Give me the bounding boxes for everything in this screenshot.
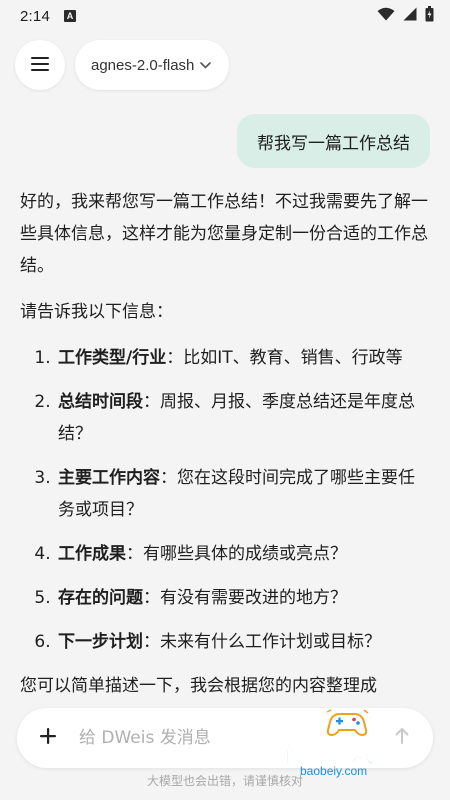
- battery-icon: [425, 5, 434, 27]
- model-name: agnes-2.0-flash: [91, 56, 195, 74]
- list-item-title: 工作成果: [58, 544, 126, 564]
- list-item: 工作类型/行业：比如IT、教育、销售、行政等: [56, 342, 430, 374]
- list-item-title: 总结时间段: [58, 392, 143, 412]
- message-input[interactable]: [77, 727, 385, 749]
- top-bar: agnes-2.0-flash: [15, 40, 230, 90]
- cell-signal-icon: [403, 7, 417, 26]
- message-composer: [17, 708, 433, 768]
- send-button[interactable]: [385, 721, 419, 755]
- status-time: 2:14: [20, 7, 50, 25]
- menu-button[interactable]: [15, 40, 65, 90]
- add-attachment-button[interactable]: [27, 717, 69, 759]
- list-item-title: 存在的问题: [58, 588, 143, 608]
- list-item-text: ：有哪些具体的成绩或亮点？: [126, 544, 347, 564]
- user-message-bubble: 帮我写一篇工作总结: [237, 114, 430, 168]
- model-selector[interactable]: agnes-2.0-flash: [75, 40, 230, 90]
- list-item-text: ：比如IT、教育、销售、行政等: [166, 348, 403, 368]
- list-item-title: 主要工作内容: [58, 468, 160, 488]
- info-list: 工作类型/行业：比如IT、教育、销售、行政等 总结时间段：周报、月报、季度总结还…: [20, 342, 430, 658]
- disclaimer: 大模型也会出错，请谨慎核对: [146, 774, 303, 788]
- hamburger-menu-icon: [31, 56, 49, 75]
- reply-prompt: 请告诉我以下信息：: [20, 302, 173, 322]
- list-item-title: 下一步计划: [58, 632, 143, 652]
- list-item-title: 工作类型/行业: [58, 348, 167, 368]
- assistant-reply: 好的，我来帮您写一篇工作总结！不过我需要先了解一些具体信息，这样才能为您量身定制…: [20, 186, 430, 702]
- list-item-text: ：有没有需要改进的地方？: [143, 588, 347, 608]
- reply-intro: 好的，我来帮您写一篇工作总结！不过我需要先了解一些具体信息，这样才能为您量身定制…: [20, 192, 428, 276]
- status-icons: [377, 5, 434, 27]
- plus-icon: [39, 727, 57, 749]
- list-item: 主要工作内容：您在这段时间完成了哪些主要任务或项目？: [56, 462, 430, 526]
- send-icon: [393, 727, 411, 749]
- wifi-icon: [377, 7, 395, 26]
- status-bar: 2:14 A: [0, 0, 450, 32]
- chevron-down-icon: [200, 61, 212, 69]
- list-item: 总结时间段：周报、月报、季度总结还是年度总结？: [56, 386, 430, 450]
- list-item: 工作成果：有哪些具体的成绩或亮点？: [56, 538, 430, 570]
- list-item: 下一步计划：未来有什么工作计划或目标？: [56, 626, 430, 658]
- list-item: 存在的问题：有没有需要改进的地方？: [56, 582, 430, 614]
- notification-a-icon: A: [64, 10, 76, 22]
- list-item-text: ：未来有什么工作计划或目标？: [143, 632, 381, 652]
